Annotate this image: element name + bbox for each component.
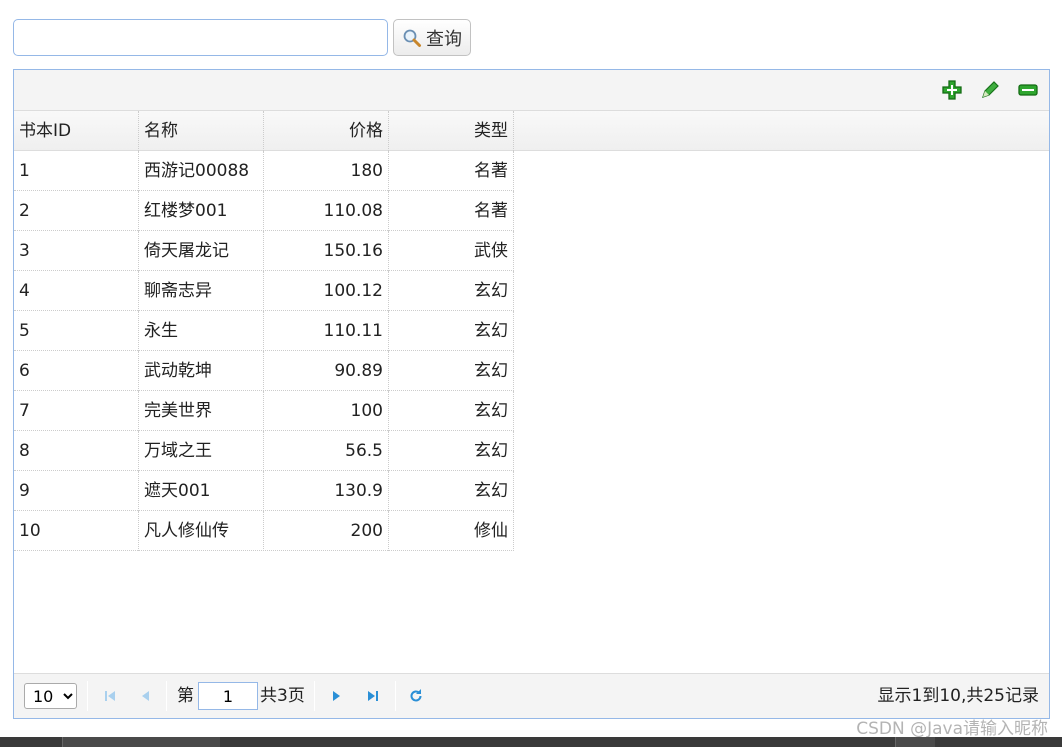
pager-divider [314,681,315,711]
cell-type: 武侠 [389,231,514,271]
refresh-icon[interactable] [405,685,427,707]
table-row[interactable]: 6 武动乾坤 90.89 玄幻 [14,351,514,391]
pager-divider [166,681,167,711]
cell-id: 3 [14,231,139,271]
cell-type: 玄幻 [389,351,514,391]
cell-name: 永生 [139,311,264,351]
cell-name: 倚天屠龙记 [139,231,264,271]
grid-toolbar [14,70,1049,111]
cell-id: 7 [14,391,139,431]
pager-divider [395,681,396,711]
magnifier-icon [402,28,422,48]
table-row[interactable]: 2 红楼梦001 110.08 名著 [14,191,514,231]
watermark: CSDN @Java请输入昵称 [856,719,1048,739]
column-header-name[interactable]: 名称 [139,111,264,151]
cell-type: 名著 [389,191,514,231]
cell-price: 200 [264,511,389,551]
cell-name: 完美世界 [139,391,264,431]
cell-type: 玄幻 [389,311,514,351]
cell-price: 110.08 [264,191,389,231]
pager-divider [87,681,88,711]
table-row[interactable]: 8 万域之王 56.5 玄幻 [14,431,514,471]
cell-id: 2 [14,191,139,231]
cell-price: 100.12 [264,271,389,311]
page-number-input[interactable] [198,682,258,710]
cell-id: 5 [14,311,139,351]
cell-name: 聊斋志异 [139,271,264,311]
remove-icon[interactable] [1017,79,1039,101]
table-row[interactable]: 1 西游记00088 180 名著 [14,151,514,191]
search-button-label: 查询 [426,28,462,50]
data-grid: 书本ID 名称 价格 类型 1 西游记00088 180 名著 2 红楼梦001… [13,69,1050,719]
cell-name: 西游记00088 [139,151,264,191]
column-header-id[interactable]: 书本ID [14,111,139,151]
cell-id: 1 [14,151,139,191]
cell-type: 玄幻 [389,391,514,431]
cell-price: 150.16 [264,231,389,271]
cell-type: 玄幻 [389,471,514,511]
table-row[interactable]: 5 永生 110.11 玄幻 [14,311,514,351]
table-row[interactable]: 10 凡人修仙传 200 修仙 [14,511,514,551]
cell-id: 8 [14,431,139,471]
cell-price: 100 [264,391,389,431]
table-row[interactable]: 3 倚天屠龙记 150.16 武侠 [14,231,514,271]
table-row[interactable]: 7 完美世界 100 玄幻 [14,391,514,431]
cell-name: 红楼梦001 [139,191,264,231]
cell-price: 130.9 [264,471,389,511]
page-total-label: 共3页 [260,686,305,706]
grid-header: 书本ID 名称 价格 类型 [14,111,1049,151]
cell-id: 10 [14,511,139,551]
page-label-prefix: 第 [177,686,194,706]
table-row[interactable]: 4 聊斋志异 100.12 玄幻 [14,271,514,311]
cell-type: 玄幻 [389,271,514,311]
pencil-icon[interactable] [979,79,1001,101]
cell-price: 56.5 [264,431,389,471]
cell-type: 修仙 [389,511,514,551]
taskbar-item[interactable] [62,737,220,747]
cell-name: 凡人修仙传 [139,511,264,551]
last-page-icon[interactable] [362,685,384,707]
first-page-icon[interactable] [99,685,121,707]
cell-price: 90.89 [264,351,389,391]
cell-id: 6 [14,351,139,391]
cell-name: 武动乾坤 [139,351,264,391]
cell-id: 4 [14,271,139,311]
table-row[interactable]: 9 遮天001 130.9 玄幻 [14,471,514,511]
column-header-price[interactable]: 价格 [264,111,389,151]
page-size-select[interactable]: 10 [24,683,77,709]
search-input[interactable] [13,19,388,56]
cell-type: 名著 [389,151,514,191]
cell-id: 9 [14,471,139,511]
cell-name: 遮天001 [139,471,264,511]
next-page-icon[interactable] [325,685,347,707]
add-icon[interactable] [941,79,963,101]
cell-type: 玄幻 [389,431,514,471]
column-header-type[interactable]: 类型 [389,111,514,151]
pagination-info: 显示1到10,共25记录 [877,686,1039,706]
pagination-bar: 10 第 共3页 显示1到10,共25记录 [14,673,1049,718]
search-button[interactable]: 查询 [393,19,471,56]
prev-page-icon[interactable] [135,685,157,707]
cell-name: 万域之王 [139,431,264,471]
cell-price: 180 [264,151,389,191]
taskbar-item[interactable] [895,737,935,747]
cell-price: 110.11 [264,311,389,351]
taskbar [0,737,1062,747]
